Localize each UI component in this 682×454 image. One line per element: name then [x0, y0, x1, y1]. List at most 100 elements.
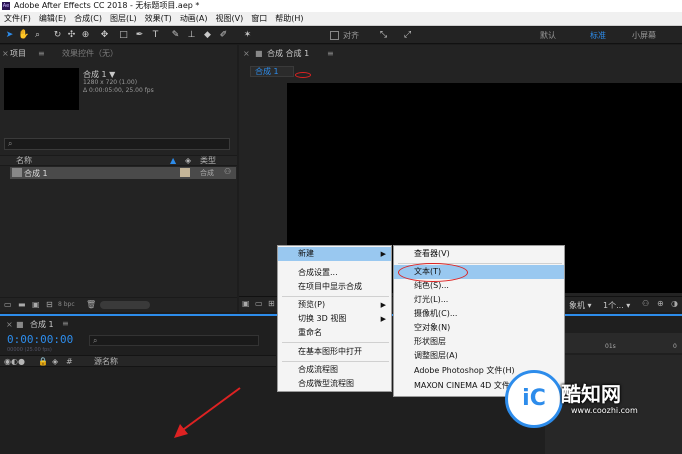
- annotation-arrow: [174, 387, 241, 438]
- submenu-arrow-icon: ▶: [380, 250, 386, 258]
- menu-item-comp-settings[interactable]: 合成设置...: [278, 266, 391, 280]
- eraser-icon[interactable]: ◆: [202, 30, 213, 41]
- submenu-arrow-icon: ▶: [380, 315, 386, 323]
- composition-title[interactable]: 合成 合成 1: [267, 45, 309, 62]
- menu-composition[interactable]: 合成(C): [70, 12, 106, 26]
- menu-file[interactable]: 文件(F): [0, 12, 35, 26]
- always-preview-icon[interactable]: ▣: [242, 299, 250, 308]
- tab-project[interactable]: 项目: [10, 45, 26, 62]
- interpret-footage-icon[interactable]: ▭: [4, 300, 12, 309]
- label-tag-icon[interactable]: ◈: [185, 156, 191, 166]
- close-icon[interactable]: ×: [243, 45, 250, 62]
- menu-item-reveal-in-project[interactable]: 在项目中显示合成: [278, 280, 391, 294]
- close-icon[interactable]: ×: [2, 45, 9, 62]
- pen-icon[interactable]: ✒: [134, 30, 145, 41]
- settings-icon[interactable]: ⊟: [46, 300, 53, 309]
- roto-brush-icon[interactable]: ✐: [218, 30, 229, 41]
- rectangle-icon[interactable]: □: [118, 30, 129, 41]
- trash-icon[interactable]: 🗑: [86, 300, 96, 309]
- snap-icon[interactable]: ⤡: [378, 30, 389, 41]
- hand-icon[interactable]: ✋: [18, 30, 29, 41]
- current-timecode[interactable]: 0:00:00:00: [7, 333, 73, 346]
- align-checkbox[interactable]: [330, 31, 339, 40]
- menu-item-mini-flowchart[interactable]: 合成微型流程图: [278, 377, 391, 391]
- grid-icon[interactable]: ⊞: [268, 299, 275, 308]
- sort-icon[interactable]: ▲: [170, 156, 176, 166]
- menu-item-preview[interactable]: 预览(P) ▶: [278, 298, 391, 312]
- type-icon[interactable]: T: [150, 30, 161, 41]
- new-composition-icon[interactable]: ▣: [32, 300, 40, 309]
- menu-icon[interactable]: ≡: [38, 45, 45, 62]
- zoom-scrollbar[interactable]: [100, 301, 150, 309]
- menu-window[interactable]: 窗口: [247, 12, 271, 26]
- bpc-label[interactable]: 8 bpc: [58, 301, 75, 308]
- column-name[interactable]: 名称: [16, 156, 32, 166]
- tab-timeline-comp[interactable]: 合成 1: [30, 319, 54, 330]
- lock-icon[interactable]: ■: [255, 45, 263, 62]
- column-type[interactable]: 类型: [200, 156, 216, 166]
- fast-preview-icon[interactable]: ⊕: [657, 299, 664, 308]
- menu-item-new[interactable]: 新建 ▶: [278, 247, 391, 261]
- puppet-pin-icon[interactable]: ✶: [242, 30, 253, 41]
- label-color-swatch[interactable]: [180, 168, 190, 177]
- watermark-url: www.coozhi.com: [571, 406, 638, 415]
- menu-animation[interactable]: 动画(A): [176, 12, 212, 26]
- monitor-icon[interactable]: ▭: [255, 299, 263, 308]
- camera-orbit-icon[interactable]: ✣: [66, 30, 77, 41]
- snap-expand-icon[interactable]: ⤢: [402, 30, 413, 41]
- menu-help[interactable]: 帮助(H): [271, 12, 307, 26]
- workspace-default[interactable]: 默认: [540, 30, 556, 41]
- menu-item-open-essential-graphics[interactable]: 在基本图形中打开: [278, 345, 391, 359]
- flowchart-icon[interactable]: ⚇: [224, 167, 231, 176]
- lock-icon[interactable]: ■: [16, 320, 24, 329]
- menu-separator: [282, 296, 389, 297]
- search-icon: ⌕: [8, 139, 13, 148]
- coozhi-logo-icon: iC: [505, 370, 563, 428]
- new-folder-icon[interactable]: ▬: [18, 300, 26, 309]
- brush-icon[interactable]: ✎: [170, 30, 181, 41]
- selection-arrow-icon[interactable]: ➤: [4, 30, 15, 41]
- tab-effect-controls[interactable]: 效果控件（无）: [62, 45, 118, 62]
- submenu-item-shape-layer[interactable]: 形状图层: [394, 335, 564, 349]
- menu-item-flowchart[interactable]: 合成流程图: [278, 363, 391, 377]
- project-item-row[interactable]: 合成 1 合成 ⚇: [10, 167, 236, 179]
- label-column-icon[interactable]: ◈: [52, 356, 58, 367]
- submenu-item-camera[interactable]: 摄像机(C)...: [394, 307, 564, 321]
- number-column-icon[interactable]: #: [66, 356, 73, 367]
- zoom-icon[interactable]: ⌕: [32, 30, 43, 41]
- close-icon[interactable]: ×: [6, 320, 13, 329]
- rotate-icon[interactable]: ↻: [52, 30, 63, 41]
- menu-view[interactable]: 视图(V): [212, 12, 248, 26]
- camera-dropdown[interactable]: 象机 ▾: [569, 300, 592, 311]
- comp-thumbnail: [4, 68, 79, 110]
- clone-stamp-icon[interactable]: ⊥: [186, 30, 197, 41]
- av-switches-icon[interactable]: ◉◐●: [4, 356, 25, 367]
- menu-effect[interactable]: 效果(T): [141, 12, 176, 26]
- time-ruler[interactable]: 01s 0: [545, 333, 682, 353]
- lock-column-icon[interactable]: 🔒: [38, 356, 48, 367]
- submenu-item-null-object[interactable]: 空对象(N): [394, 321, 564, 335]
- menu-item-rename[interactable]: 重命名: [278, 326, 391, 340]
- menu-layer[interactable]: 图层(L): [106, 12, 141, 26]
- reset-exposure-icon[interactable]: ⚇: [642, 299, 649, 308]
- column-source-name[interactable]: 源名称: [94, 356, 118, 367]
- composition-panel-header: × ■ 合成 合成 1 ≡: [239, 45, 682, 62]
- submenu-item-viewer[interactable]: 查看器(V): [394, 247, 564, 261]
- menu-icon[interactable]: ≡: [327, 45, 334, 62]
- menu-edit[interactable]: 编辑(E): [35, 12, 70, 26]
- submenu-item-light[interactable]: 灯光(L)...: [394, 293, 564, 307]
- menu-icon[interactable]: ≡: [62, 319, 69, 328]
- workspace-small-screen[interactable]: 小屏幕: [632, 30, 656, 41]
- view-options-icon[interactable]: ◑: [671, 299, 678, 308]
- anchor-icon[interactable]: ✥: [99, 30, 110, 41]
- annotation-underline: [295, 72, 311, 78]
- submenu-item-adjustment-layer[interactable]: 调整图层(A): [394, 349, 564, 363]
- pan-behind-icon[interactable]: ⊕: [80, 30, 91, 41]
- timeline-search-input[interactable]: ⌕: [89, 335, 259, 346]
- after-effects-logo-icon: Ae: [2, 2, 10, 10]
- views-dropdown[interactable]: 1个... ▾: [603, 300, 630, 311]
- project-search-input[interactable]: ⌕: [4, 138, 230, 150]
- menu-item-switch-3d-view[interactable]: 切换 3D 视图 ▶: [278, 312, 391, 326]
- workspace-standard[interactable]: 标准: [590, 30, 606, 41]
- tab-composition-1[interactable]: 合成 1: [250, 66, 294, 77]
